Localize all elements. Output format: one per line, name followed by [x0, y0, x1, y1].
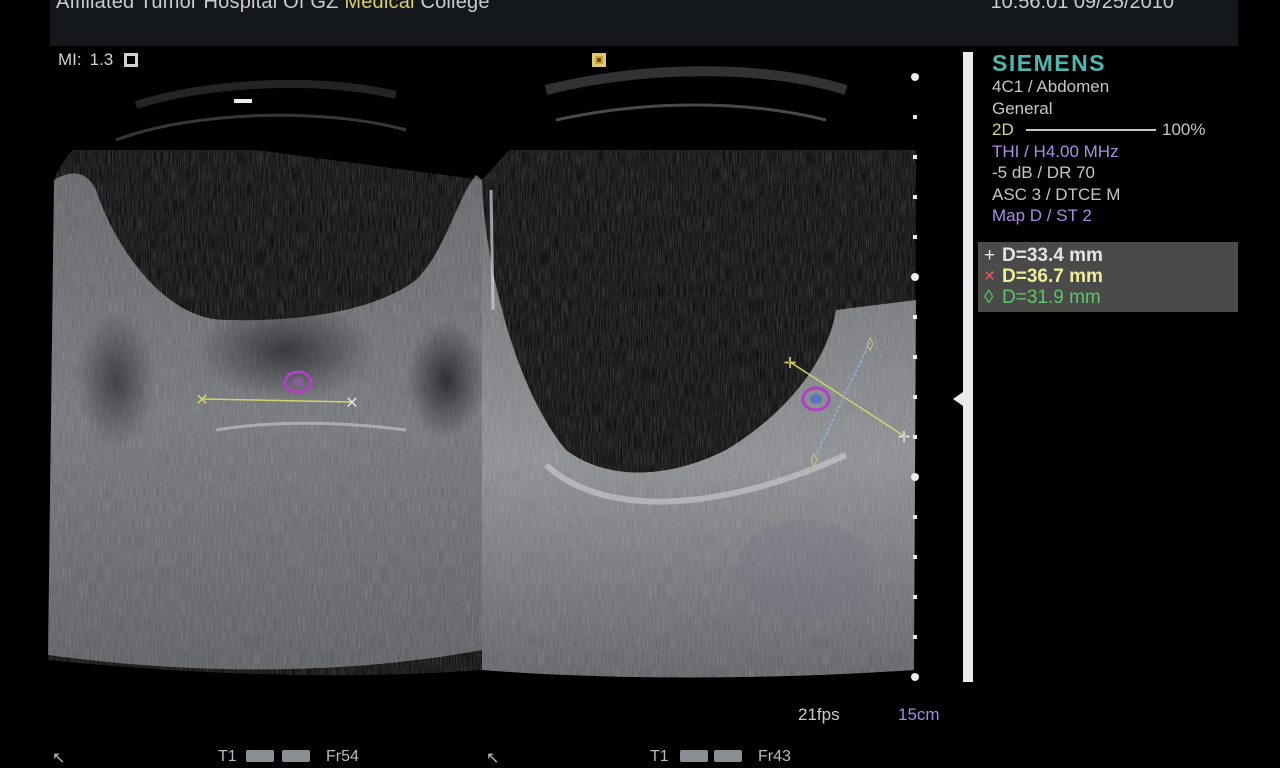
mode-line — [1026, 128, 1156, 131]
header-bar: Affiliated Tumor Hospital Of GZ Medical … — [50, 0, 1238, 46]
measurement-2: × D=36.7 mm — [984, 266, 1103, 287]
left-tag: T1 — [218, 748, 237, 765]
probe-label: 4C1 / Abdomen — [992, 77, 1110, 96]
settings-panel: SIEMENS 4C1 / Abdomen General 2D 100% TH… — [992, 50, 1242, 227]
right-pointer-icon: ↖ — [486, 750, 500, 767]
ultrasound-dual-view: ✕ ✕ ✛ ✛ ◊ ◊ — [48, 66, 916, 678]
depth-scale-dots — [928, 60, 944, 690]
right-frame-number: Fr43 — [758, 748, 791, 765]
right-caliper-a-icon[interactable]: ✛ — [784, 354, 797, 372]
thi-frequency: THI / H4.00 MHz — [992, 141, 1119, 161]
left-clip-button[interactable] — [282, 750, 310, 762]
right-clip-button[interactable] — [714, 750, 742, 762]
left-caliper-start-icon[interactable]: ✕ — [195, 390, 208, 409]
mode-label: 2D — [992, 120, 1014, 139]
mode-percent: 100% — [1162, 120, 1206, 139]
focus-depth-arrow-icon[interactable] — [953, 392, 963, 406]
brand-logo: SIEMENS — [992, 50, 1107, 76]
measurement-1: + D=33.4 mm — [984, 245, 1103, 266]
map-st: Map D / ST 2 — [992, 206, 1092, 225]
focus-marker-left — [234, 99, 252, 103]
asc-dtce: ASC 3 / DTCE M — [992, 184, 1121, 204]
measurement-3: ◊ D=31.9 mm — [984, 287, 1101, 308]
bottom-status-bar — [0, 742, 1280, 760]
imaging-depth: 15cm — [898, 705, 940, 724]
ultrasound-image-area[interactable]: ✕ ✕ ✛ ✛ ◊ ◊ — [46, 50, 926, 690]
left-cine-button[interactable] — [246, 750, 274, 762]
measurement-results: + D=33.4 mm × D=36.7 mm ◊ D=31.9 mm — [978, 242, 1238, 312]
exam-datetime: 10:56:01 09/25/2010 — [990, 0, 1174, 13]
frame-rate: 21fps — [798, 705, 840, 724]
left-frame-number: Fr54 — [326, 748, 359, 765]
gain-dynamic-range: -5 dB / DR 70 — [992, 163, 1095, 182]
hospital-name: Affiliated Tumor Hospital Of GZ Medical … — [56, 0, 490, 13]
right-caliper-c-icon[interactable]: ◊ — [867, 336, 874, 352]
depth-tick-marks — [911, 73, 919, 681]
preset-label: General — [992, 98, 1053, 118]
grayscale-bar — [963, 52, 973, 682]
left-caliper-end-icon[interactable]: ✕ — [345, 393, 358, 412]
right-caliper-d-icon[interactable]: ◊ — [811, 452, 818, 468]
right-tag: T1 — [650, 748, 669, 765]
mode-row: 2D 100% — [992, 119, 1242, 141]
left-pointer-icon: ↖ — [52, 750, 66, 767]
right-cine-button[interactable] — [680, 750, 708, 762]
